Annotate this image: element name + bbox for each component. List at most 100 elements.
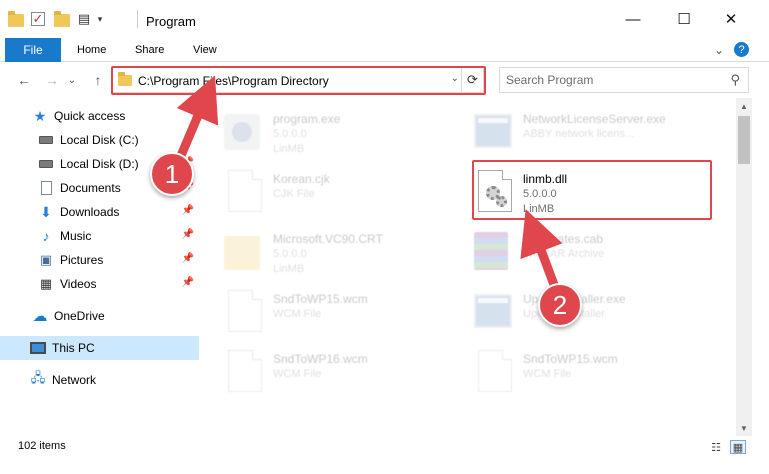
search-box[interactable]: ⚲ (499, 67, 749, 93)
file-item-linmb-dll[interactable]: linmb.dll 5.0.0.0 LinMB (456, 162, 696, 218)
file-type: WCM File (273, 308, 322, 320)
file-name: Microsoft.VC90.CRT (273, 232, 383, 246)
sidebar-item-label: Local Disk (D:) (60, 157, 139, 171)
sidebar-item-onedrive[interactable]: ☁ OneDrive (0, 304, 199, 328)
help-icon[interactable]: ? (734, 42, 749, 57)
tab-file[interactable]: File (5, 38, 61, 62)
file-icon (224, 170, 264, 214)
title-divider (137, 10, 138, 28)
file-icon (474, 350, 514, 394)
computer-icon (30, 340, 46, 356)
pin-icon[interactable]: 📌 (182, 253, 194, 264)
close-button[interactable]: ✕ (708, 0, 754, 38)
file-name: Korean.cjk (273, 172, 330, 186)
properties-icon[interactable]: ✓ (31, 12, 45, 26)
drive-icon (38, 156, 54, 172)
file-company: LinMB (273, 143, 305, 155)
address-bar[interactable]: C:\Program Files\Program Directory ⌄ ⟳ (111, 67, 484, 93)
archive-icon (474, 230, 514, 274)
scroll-down-icon[interactable]: ▼ (736, 420, 752, 436)
pin-icon[interactable]: 📌 (182, 277, 194, 288)
network-icon: 🖧 (30, 370, 46, 385)
file-type: WCM File (273, 368, 322, 380)
file-item-program-exe[interactable]: program.exe 5.0.0.0 LinMB (206, 102, 446, 158)
tiles-view-icon[interactable]: ▦ (730, 440, 746, 454)
search-input[interactable] (506, 71, 716, 89)
sidebar-item-local-disk-c[interactable]: Local Disk (C:) (0, 128, 199, 152)
new-folder-icon[interactable] (54, 11, 70, 27)
star-icon: ★ (33, 107, 47, 124)
customize-quick-access-icon[interactable]: ▤ (76, 11, 92, 27)
maximize-button[interactable]: ☐ (661, 0, 707, 38)
sidebar-item-label: Pictures (60, 253, 104, 267)
folder-icon[interactable] (8, 11, 24, 27)
pin-icon[interactable]: 📌 (182, 205, 194, 216)
file-list: program.exe 5.0.0.0 LinMB NetworkLicense… (206, 98, 736, 436)
scroll-thumb[interactable] (738, 116, 750, 164)
gear-icon (496, 196, 507, 207)
application-icon (474, 290, 514, 334)
document-icon (38, 180, 54, 196)
sidebar-item-downloads[interactable]: ⬇ Downloads 📌 (0, 200, 199, 224)
sidebar-item-videos[interactable]: ▦ Videos 📌 (0, 272, 199, 296)
file-name: SndToWP15.wcm (523, 352, 618, 366)
up-icon[interactable]: ↑ (90, 72, 106, 88)
sidebar-item-label: Network (52, 373, 97, 387)
file-item-korean-cjk[interactable]: Korean.cjk CJK File (206, 162, 446, 218)
folder-icon (118, 72, 132, 86)
file-item-networklicenseserver[interactable]: NetworkLicenseServer.exe ABBY network li… (456, 102, 696, 158)
music-icon: ♪ (42, 228, 50, 244)
step-2-marker: 2 (538, 283, 582, 327)
tab-home[interactable]: Home (77, 44, 106, 56)
recent-locations-icon[interactable]: ⌄ (64, 72, 80, 88)
file-item-sndtowp16-wcm[interactable]: SndToWP16.wcm WCM File (206, 342, 446, 398)
pictures-icon: ▣ (39, 252, 53, 267)
chevron-down-icon[interactable]: ▾ (92, 14, 108, 30)
sidebar-item-label: Downloads (60, 205, 120, 219)
refresh-button[interactable]: ⟳ (461, 68, 483, 92)
file-version: 5.0.0.0 (523, 188, 557, 200)
tab-share[interactable]: Share (135, 44, 164, 56)
minimize-button[interactable]: — (610, 0, 656, 38)
file-version: 5.0.0.0 (273, 248, 307, 260)
file-item-certificates-cab[interactable]: certificates.cab WinRAR Archive (456, 222, 696, 278)
folder-icon (224, 230, 264, 274)
sidebar-item-label: Videos (60, 277, 97, 291)
file-type: CJK File (273, 188, 315, 200)
sidebar-item-quick-access[interactable]: ★ Quick access (0, 104, 199, 128)
file-name: SndToWP15.wcm (273, 292, 368, 306)
details-view-icon[interactable]: ☷ (708, 440, 724, 454)
cloud-icon: ☁ (32, 308, 48, 325)
back-icon[interactable]: ← (16, 72, 32, 88)
file-version: 5.0.0.0 (273, 128, 307, 140)
file-item-sndtowp15-wcm-2[interactable]: SndToWP15.wcm WCM File (456, 342, 696, 398)
status-bar: 102 items ☷ ▦ (0, 436, 769, 458)
dll-file-icon (474, 170, 514, 214)
search-icon[interactable]: ⚲ (730, 72, 740, 88)
scroll-up-icon[interactable]: ▲ (736, 98, 752, 114)
step-1-marker: 1 (150, 152, 194, 196)
file-type: WinRAR Archive (523, 248, 605, 260)
vertical-scrollbar[interactable]: ▲ ▼ (736, 98, 752, 436)
sidebar-item-pictures[interactable]: ▣ Pictures 📌 (0, 248, 199, 272)
drive-icon (38, 132, 54, 148)
program-file-icon (224, 110, 264, 154)
tab-view[interactable]: View (193, 44, 217, 56)
file-item-sndtowp15-wcm[interactable]: SndToWP15.wcm WCM File (206, 282, 446, 338)
item-count: 102 items (18, 440, 66, 452)
sidebar-item-network[interactable]: 🖧 Network (0, 368, 199, 392)
expand-ribbon-icon[interactable]: ⌄ (711, 42, 727, 58)
address-dropdown-icon[interactable]: ⌄ (451, 73, 459, 84)
sidebar-item-label: Documents (60, 181, 121, 195)
file-item-microsoft-vc90-crt[interactable]: Microsoft.VC90.CRT 5.0.0.0 LinMB (206, 222, 446, 278)
forward-icon[interactable]: → (44, 72, 60, 88)
sidebar-item-label: Music (60, 229, 92, 243)
sidebar-item-music[interactable]: ♪ Music 📌 (0, 224, 199, 248)
file-name: program.exe (273, 112, 341, 126)
pin-icon[interactable]: 📌 (182, 229, 194, 240)
video-icon: ▦ (39, 276, 53, 291)
sidebar-item-this-pc[interactable]: This PC (0, 336, 199, 360)
file-name: certificates.cab (523, 232, 604, 246)
file-icon (224, 350, 264, 394)
address-path[interactable]: C:\Program Files\Program Directory (138, 74, 329, 88)
